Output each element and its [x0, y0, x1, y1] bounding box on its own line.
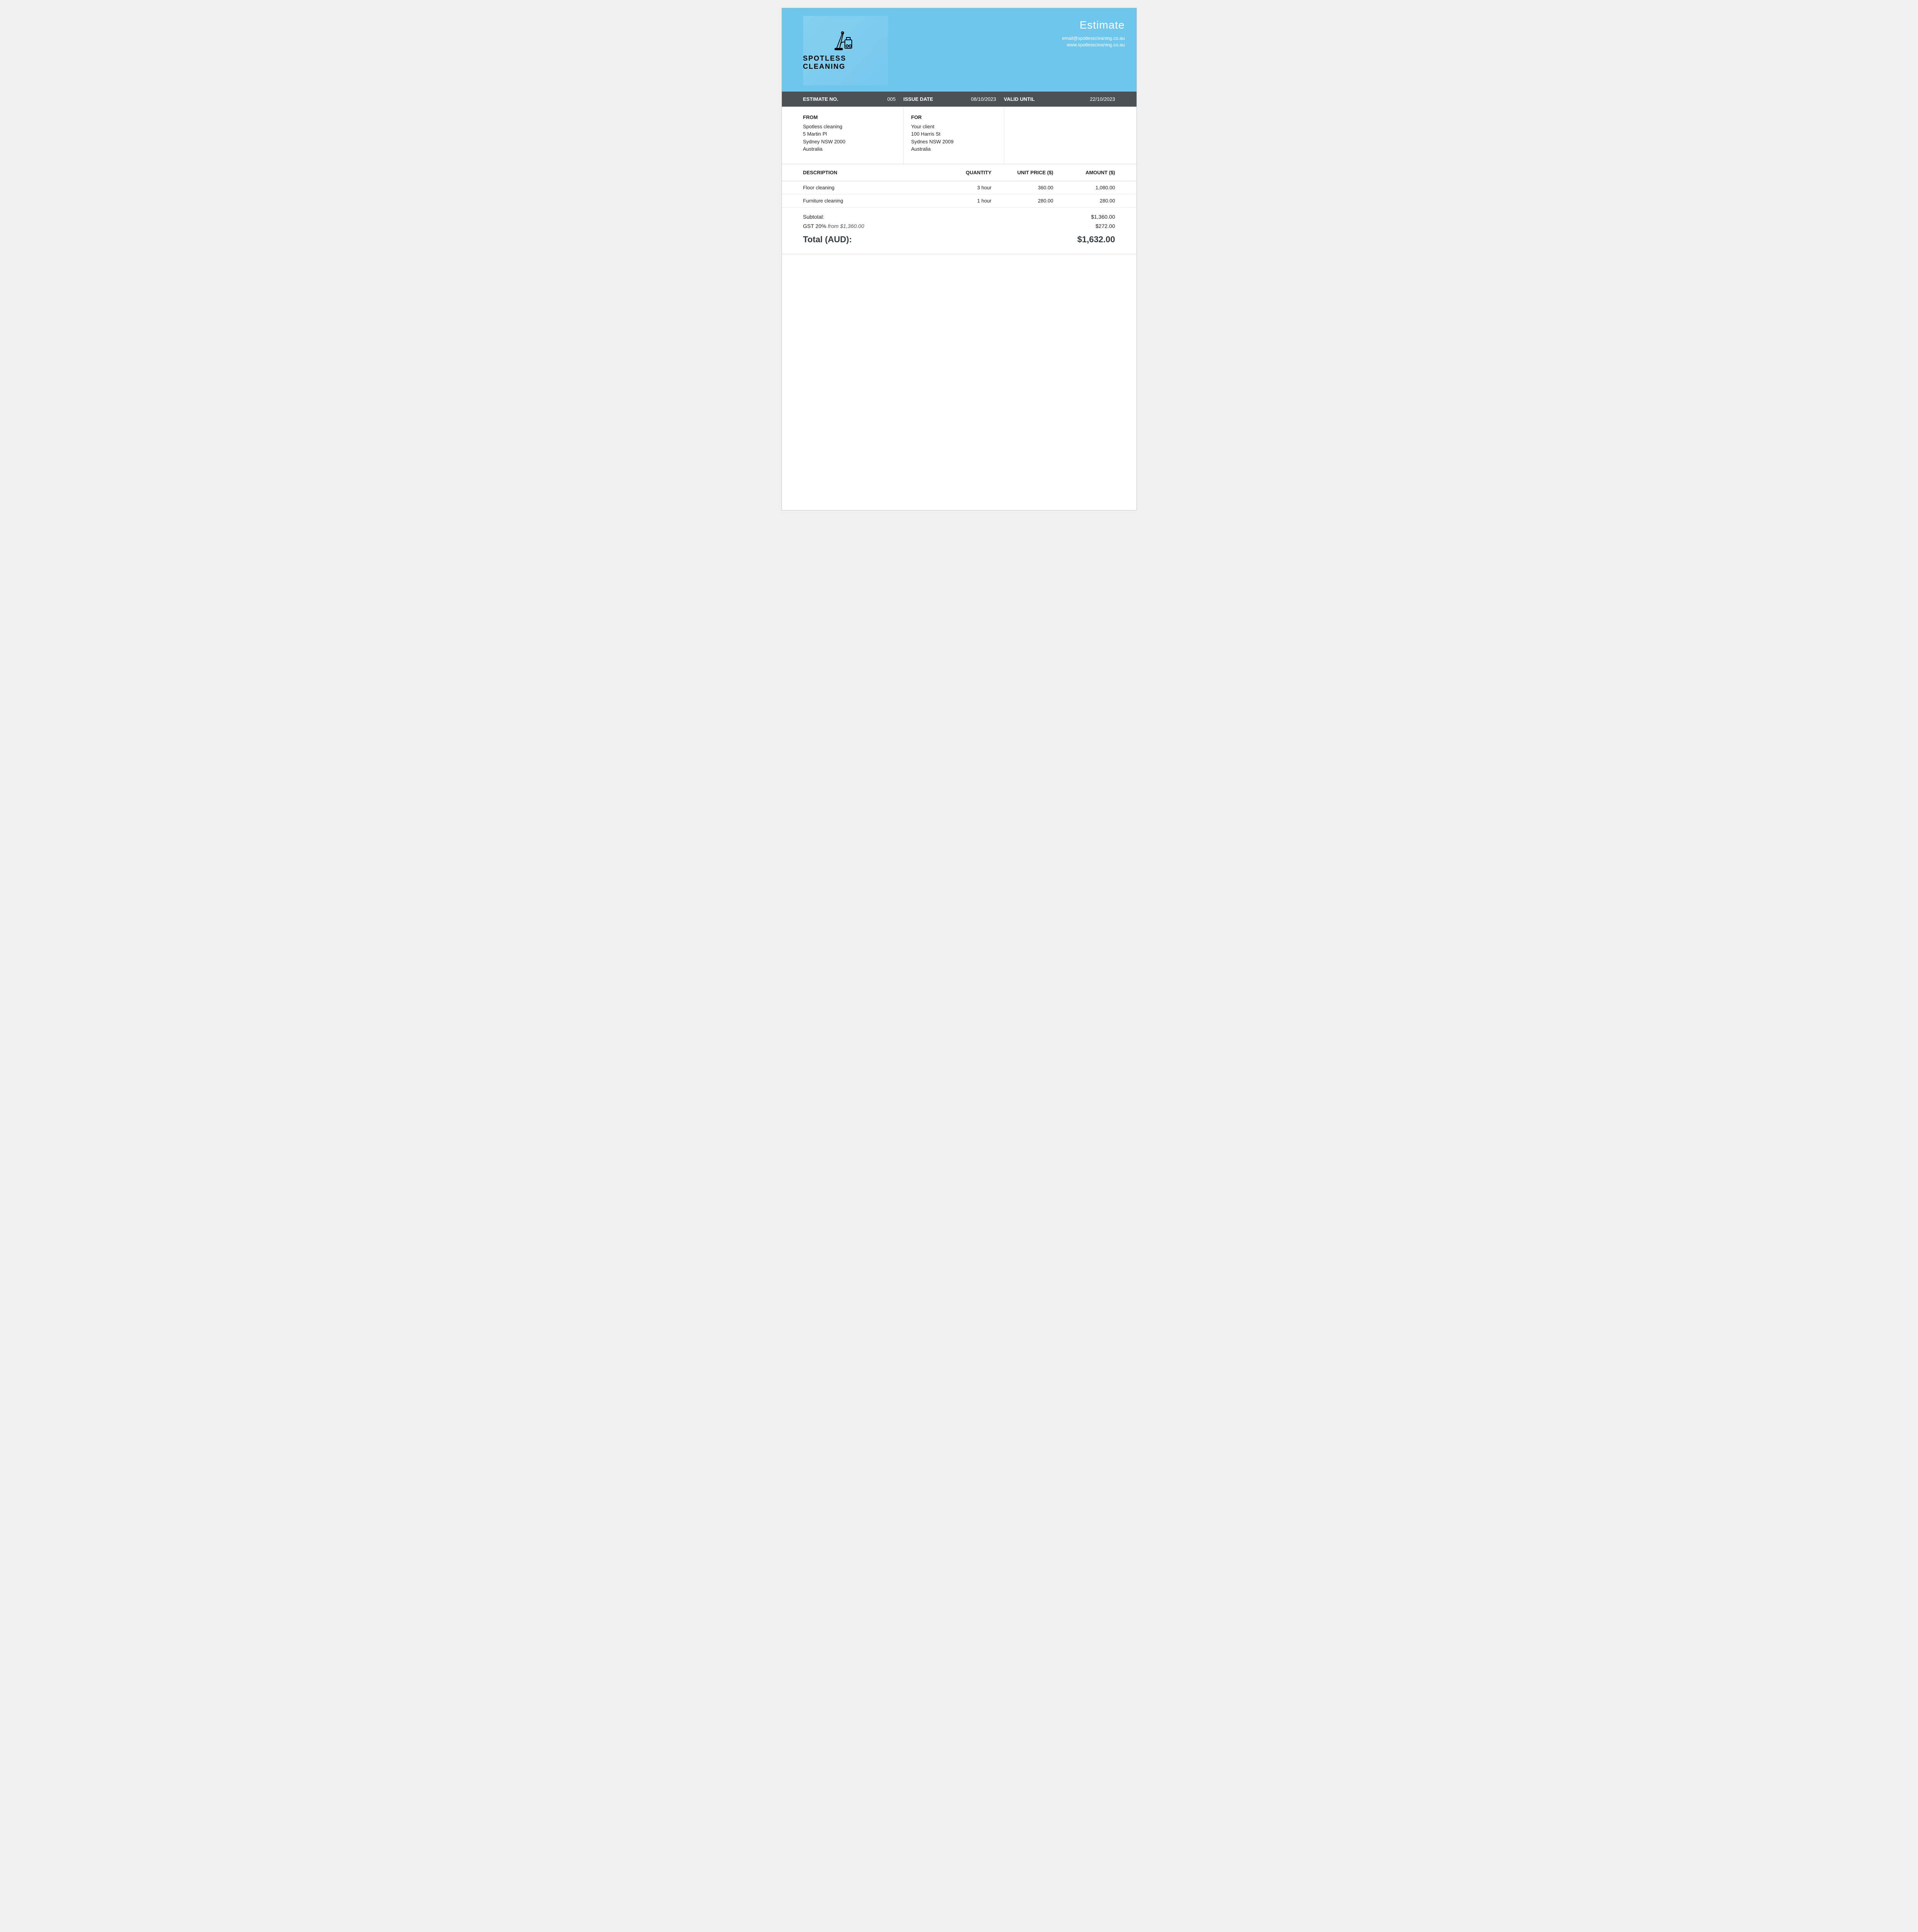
issue-date: ISSUE DATE 08/10/2023 — [904, 96, 1004, 102]
item-unit-price: 280.00 — [992, 198, 1053, 204]
from-city: Sydney NSW 2000 — [803, 138, 895, 146]
estimate-document: SPOTLESS CLEANING Estimate email@spotles… — [781, 8, 1137, 510]
item-row: Furniture cleaning1 hour280.00280.00 — [782, 194, 1137, 207]
item-row: Floor cleaning3 hour360.001,080.00 — [782, 181, 1137, 194]
for-street: 100 Harris St — [911, 130, 996, 138]
items-body: Floor cleaning3 hour360.001,080.00Furnit… — [782, 181, 1137, 207]
estimate-number: ESTIMATE NO. 005 — [803, 96, 904, 102]
item-unit-price: 360.00 — [992, 185, 1053, 190]
document-title: Estimate — [1080, 19, 1125, 31]
item-amount: 1,080.00 — [1053, 185, 1115, 190]
for-heading: FOR — [911, 114, 996, 121]
item-quantity: 1 hour — [938, 198, 992, 204]
valid-until: VALID UNTIL 22/10/2023 — [1004, 96, 1115, 102]
meta-bar: ESTIMATE NO. 005 ISSUE DATE 08/10/2023 V… — [782, 92, 1137, 107]
from-street: 5 Martin Pl — [803, 130, 895, 138]
estimate-no-value: 005 — [887, 96, 896, 102]
col-description-header: DESCRIPTION — [803, 170, 938, 175]
grand-total-label: Total (AUD): — [803, 235, 852, 245]
issue-date-value: 08/10/2023 — [971, 96, 996, 102]
tax-line: GST 20% from $1,360.00 $272.00 — [803, 223, 1115, 229]
tax-value: $272.00 — [1096, 223, 1115, 229]
company-website: www.spotlesscleaning.co.au — [1062, 42, 1125, 48]
item-quantity: 3 hour — [938, 185, 992, 190]
item-description: Furniture cleaning — [803, 198, 938, 204]
grand-total-value: $1,632.00 — [1077, 235, 1115, 245]
company-email: email@spotlesscleaning.co.au — [1062, 35, 1125, 42]
from-country: Australia — [803, 145, 895, 153]
tax-label-group: GST 20% from $1,360.00 — [803, 223, 865, 229]
subtotal-line: Subtotal: $1,360.00 — [803, 214, 1115, 220]
col-unit-price-header: UNIT PRICE ($) — [992, 170, 1053, 175]
from-heading: FROM — [803, 114, 895, 121]
estimate-no-label: ESTIMATE NO. — [803, 96, 838, 102]
company-name: SPOTLESS CLEANING — [803, 54, 888, 71]
item-description: Floor cleaning — [803, 185, 938, 190]
totals-section: Subtotal: $1,360.00 GST 20% from $1,360.… — [782, 207, 1137, 254]
col-amount-header: AMOUNT ($) — [1053, 170, 1115, 175]
grand-total-line: Total (AUD): $1,632.00 — [803, 235, 1115, 245]
vacuum-icon — [833, 31, 858, 51]
items-header: DESCRIPTION QUANTITY UNIT PRICE ($) AMOU… — [782, 164, 1137, 181]
subtotal-label: Subtotal: — [803, 214, 824, 220]
parties-section: FROM Spotless cleaning 5 Martin Pl Sydne… — [782, 107, 1137, 164]
for-country: Australia — [911, 145, 996, 153]
tax-detail: from $1,360.00 — [828, 223, 864, 229]
for-name: Your client — [911, 123, 996, 131]
header-banner: SPOTLESS CLEANING Estimate email@spotles… — [782, 8, 1137, 92]
from-name: Spotless cleaning — [803, 123, 895, 131]
issue-date-label: ISSUE DATE — [904, 96, 933, 102]
valid-until-value: 22/10/2023 — [1090, 96, 1115, 102]
subtotal-value: $1,360.00 — [1091, 214, 1115, 220]
tax-label: GST 20% — [803, 223, 826, 229]
company-logo: SPOTLESS CLEANING — [803, 16, 888, 85]
blank-block — [1004, 107, 1137, 164]
for-city: Sydnes NSW 2009 — [911, 138, 996, 146]
for-block: FOR Your client 100 Harris St Sydnes NSW… — [904, 107, 1004, 164]
item-amount: 280.00 — [1053, 198, 1115, 204]
valid-until-label: VALID UNTIL — [1004, 96, 1035, 102]
from-block: FROM Spotless cleaning 5 Martin Pl Sydne… — [782, 107, 904, 164]
contact-info: email@spotlesscleaning.co.au www.spotles… — [1062, 35, 1125, 48]
col-quantity-header: QUANTITY — [938, 170, 992, 175]
